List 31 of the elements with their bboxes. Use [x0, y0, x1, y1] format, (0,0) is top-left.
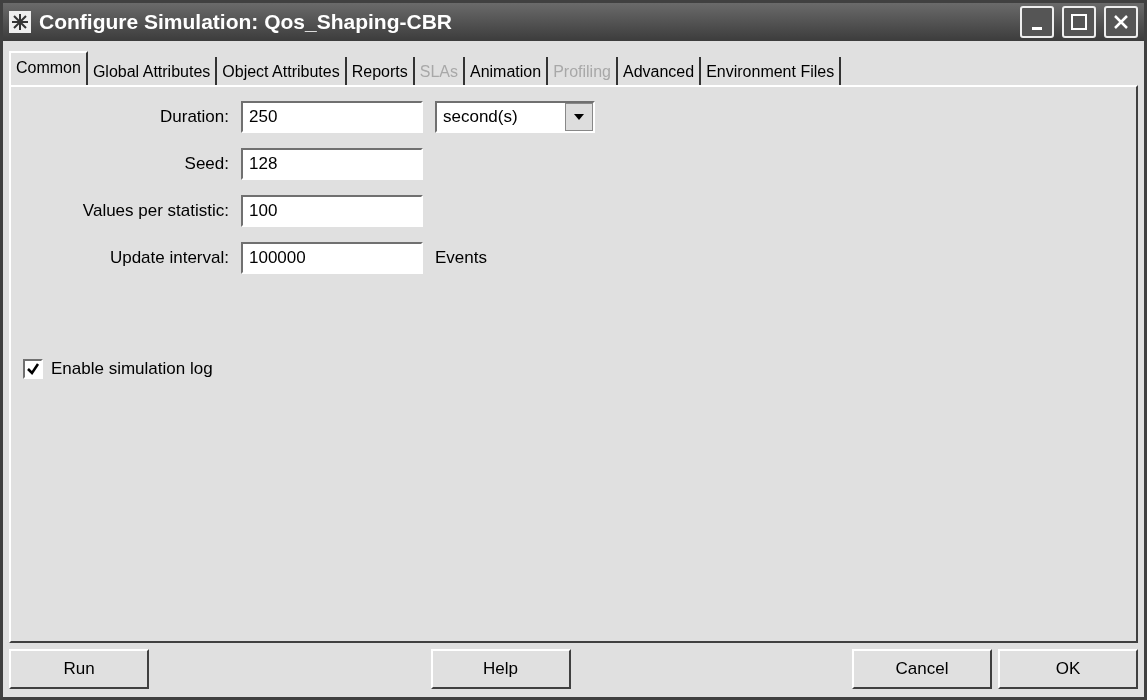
tab[interactable]: Object Attributes	[217, 57, 347, 85]
ok-button[interactable]: OK	[998, 649, 1138, 689]
unit-label: Events	[435, 248, 487, 268]
maximize-icon	[1071, 14, 1087, 30]
run-button[interactable]: Run	[9, 649, 149, 689]
field-label: Seed:	[183, 154, 229, 174]
cancel-button[interactable]: Cancel	[852, 649, 992, 689]
minimize-icon	[1032, 26, 1042, 30]
checkbox-label: Enable simulation log	[51, 359, 213, 379]
tab[interactable]: Animation	[465, 57, 549, 85]
tab[interactable]: Advanced	[617, 57, 702, 85]
close-icon	[1113, 14, 1129, 30]
input-field[interactable]: 100000	[241, 242, 423, 274]
checkbox[interactable]	[23, 359, 43, 379]
input-field[interactable]: 128	[241, 148, 423, 180]
input-field[interactable]: 250	[241, 101, 423, 133]
window-title: Configure Simulation: Qos_Shaping-CBR	[39, 10, 453, 34]
maximize-button[interactable]	[1062, 6, 1096, 38]
help-button[interactable]: Help	[430, 649, 571, 689]
tab[interactable]: Environment Files	[701, 57, 842, 85]
tab[interactable]: Global Attributes	[87, 57, 218, 85]
tab[interactable]: Reports	[346, 57, 415, 85]
input-field[interactable]: 100	[241, 195, 423, 227]
field-label: Duration:	[159, 107, 229, 127]
field-label: Values per statistic:	[81, 201, 229, 221]
unit-dropdown[interactable]: second(s)	[435, 101, 595, 133]
field-label: Update interval:	[108, 248, 229, 268]
tab[interactable]: Common	[9, 51, 88, 85]
minimize-button[interactable]	[1020, 6, 1054, 38]
app-icon	[9, 11, 31, 33]
close-button[interactable]	[1104, 6, 1138, 38]
